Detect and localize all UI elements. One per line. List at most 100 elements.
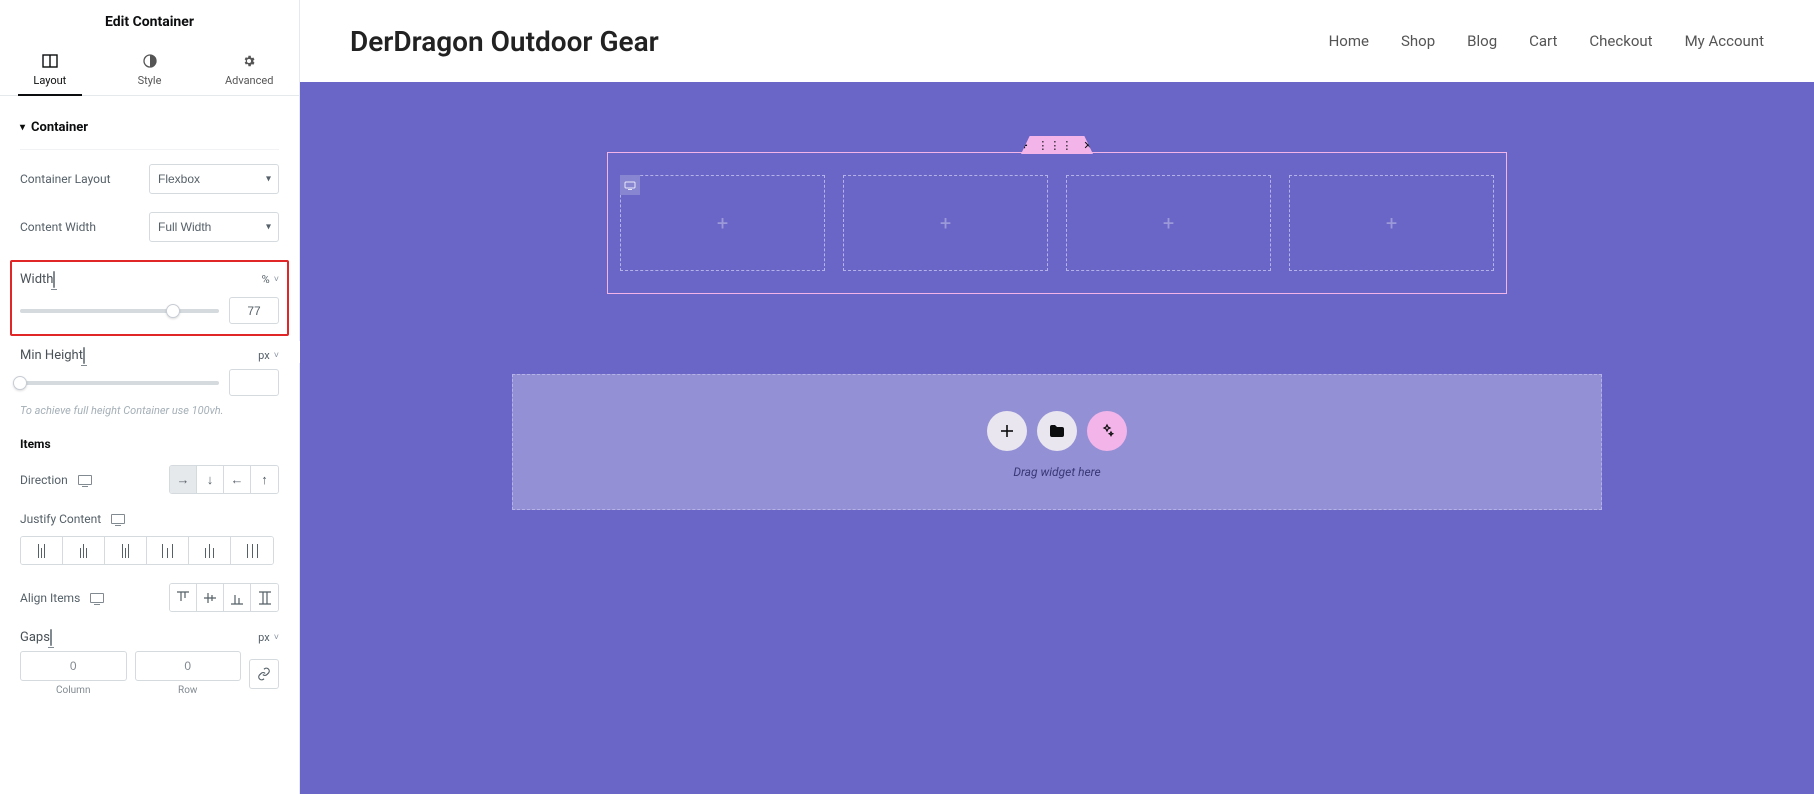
nav-checkout[interactable]: Checkout [1589,32,1652,50]
layout-icon [41,52,59,70]
row-justify: Justify Content [20,512,279,565]
width-unit-select[interactable]: % [262,273,279,286]
tab-style-label: Style [138,74,162,87]
sidebar-title: Edit Container [0,0,299,42]
site-nav: Home Shop Blog Cart Checkout My Account [1329,32,1764,50]
add-widget-icon[interactable]: + [940,211,951,235]
align-start-button[interactable] [170,584,197,611]
tab-layout-label: Layout [33,74,66,87]
desktop-icon[interactable] [83,347,85,364]
width-control-block: Width % [10,260,289,336]
width-slider[interactable] [20,309,219,313]
template-library-button[interactable] [1037,411,1077,451]
align-buttons [169,583,279,612]
nav-account[interactable]: My Account [1685,32,1764,50]
panel-body: ▾ Container Container Layout Flexbox Con… [0,96,299,794]
style-icon [141,52,159,70]
min-height-value-input[interactable] [229,369,279,396]
nav-cart[interactable]: Cart [1529,32,1557,50]
gap-link-button[interactable] [249,659,279,689]
gear-icon [240,52,258,70]
min-height-unit-select[interactable]: px [258,349,279,362]
tab-advanced[interactable]: Advanced [199,42,299,95]
justify-center-button[interactable] [63,537,105,564]
caret-down-icon: ▾ [20,122,25,133]
justify-evenly-button[interactable] [231,537,273,564]
tab-style[interactable]: Style [100,42,200,95]
label-min-height: Min Height [20,348,83,363]
desktop-icon[interactable] [78,475,92,485]
width-slider-thumb[interactable] [166,304,180,318]
gaps-unit-select[interactable]: px [258,631,279,644]
label-direction: Direction [20,473,68,487]
label-width: Width [20,272,53,287]
gap-column-label: Column [56,685,90,696]
tab-layout[interactable]: Layout [0,42,100,95]
desktop-icon[interactable] [90,593,104,603]
nav-home[interactable]: Home [1329,32,1369,50]
gap-column-input[interactable] [20,651,127,681]
justify-end-button[interactable] [105,537,147,564]
close-icon[interactable]: ✕ [1083,139,1092,152]
nav-shop[interactable]: Shop [1401,32,1435,50]
container-column-4[interactable]: + [1289,175,1494,271]
panel-tabs: Layout Style Advanced [0,42,299,96]
direction-column-button[interactable]: ↓ [197,466,224,493]
select-content-width[interactable]: Full Width [149,212,279,242]
min-height-hint: To achieve full height Container use 100… [20,404,279,417]
gap-row-label: Row [178,685,197,696]
drop-zone[interactable]: Drag widget here [512,374,1602,510]
items-title: Items [20,437,279,451]
desktop-icon[interactable] [111,514,125,524]
row-direction: Direction → ↓ ← ↑ [20,465,279,494]
justify-between-button[interactable] [147,537,189,564]
container-column-2[interactable]: + [843,175,1048,271]
direction-buttons: → ↓ ← ↑ [169,465,279,494]
add-icon[interactable]: + [1021,139,1027,152]
label-justify: Justify Content [20,512,101,526]
add-widget-icon[interactable]: + [1163,211,1174,235]
preview-area: DerDragon Outdoor Gear Home Shop Blog Ca… [300,0,1814,794]
canvas[interactable]: + ⋮⋮⋮ ✕ + + + + [300,82,1814,794]
editor-sidebar: Edit Container Layout Style Advanced ▾ C… [0,0,300,794]
drag-icon[interactable]: ⋮⋮⋮ [1037,139,1073,152]
desktop-icon[interactable] [50,629,52,646]
column-device-badge[interactable] [620,175,640,195]
align-center-button[interactable] [197,584,224,611]
direction-row-reverse-button[interactable]: ← [224,466,251,493]
label-container-layout: Container Layout [20,172,111,186]
gaps-inputs: Column Row [20,651,279,696]
container-column-3[interactable]: + [1066,175,1271,271]
row-container-layout: Container Layout Flexbox [20,164,279,194]
align-stretch-button[interactable] [251,584,278,611]
add-widget-icon[interactable]: + [1386,211,1397,235]
container-handle: + ⋮⋮⋮ ✕ [1021,136,1093,154]
drop-zone-hint: Drag widget here [1013,465,1100,479]
justify-start-button[interactable] [21,537,63,564]
desktop-icon[interactable] [53,271,55,288]
gap-row-input[interactable] [135,651,242,681]
direction-row-button[interactable]: → [170,466,197,493]
align-end-button[interactable] [224,584,251,611]
add-section-button[interactable] [987,411,1027,451]
label-align: Align Items [20,591,80,605]
row-content-width: Content Width Full Width [20,212,279,242]
section-container-header[interactable]: ▾ Container [20,110,279,150]
label-gaps: Gaps [20,630,50,645]
label-content-width: Content Width [20,220,96,234]
nav-blog[interactable]: Blog [1467,32,1497,50]
selected-container[interactable]: + ⋮⋮⋮ ✕ + + + + [607,152,1507,294]
site-header: DerDragon Outdoor Gear Home Shop Blog Ca… [300,0,1814,82]
justify-around-button[interactable] [189,537,231,564]
tab-advanced-label: Advanced [225,74,273,87]
container-column-1[interactable]: + [620,175,825,271]
row-align: Align Items [20,583,279,612]
add-widget-icon[interactable]: + [717,211,728,235]
select-container-layout[interactable]: Flexbox [149,164,279,194]
direction-column-reverse-button[interactable]: ↑ [251,466,278,493]
min-height-slider-thumb[interactable] [13,376,27,390]
width-value-input[interactable] [229,297,279,324]
justify-buttons [20,536,274,565]
min-height-slider[interactable] [20,381,219,385]
ai-button[interactable] [1087,411,1127,451]
